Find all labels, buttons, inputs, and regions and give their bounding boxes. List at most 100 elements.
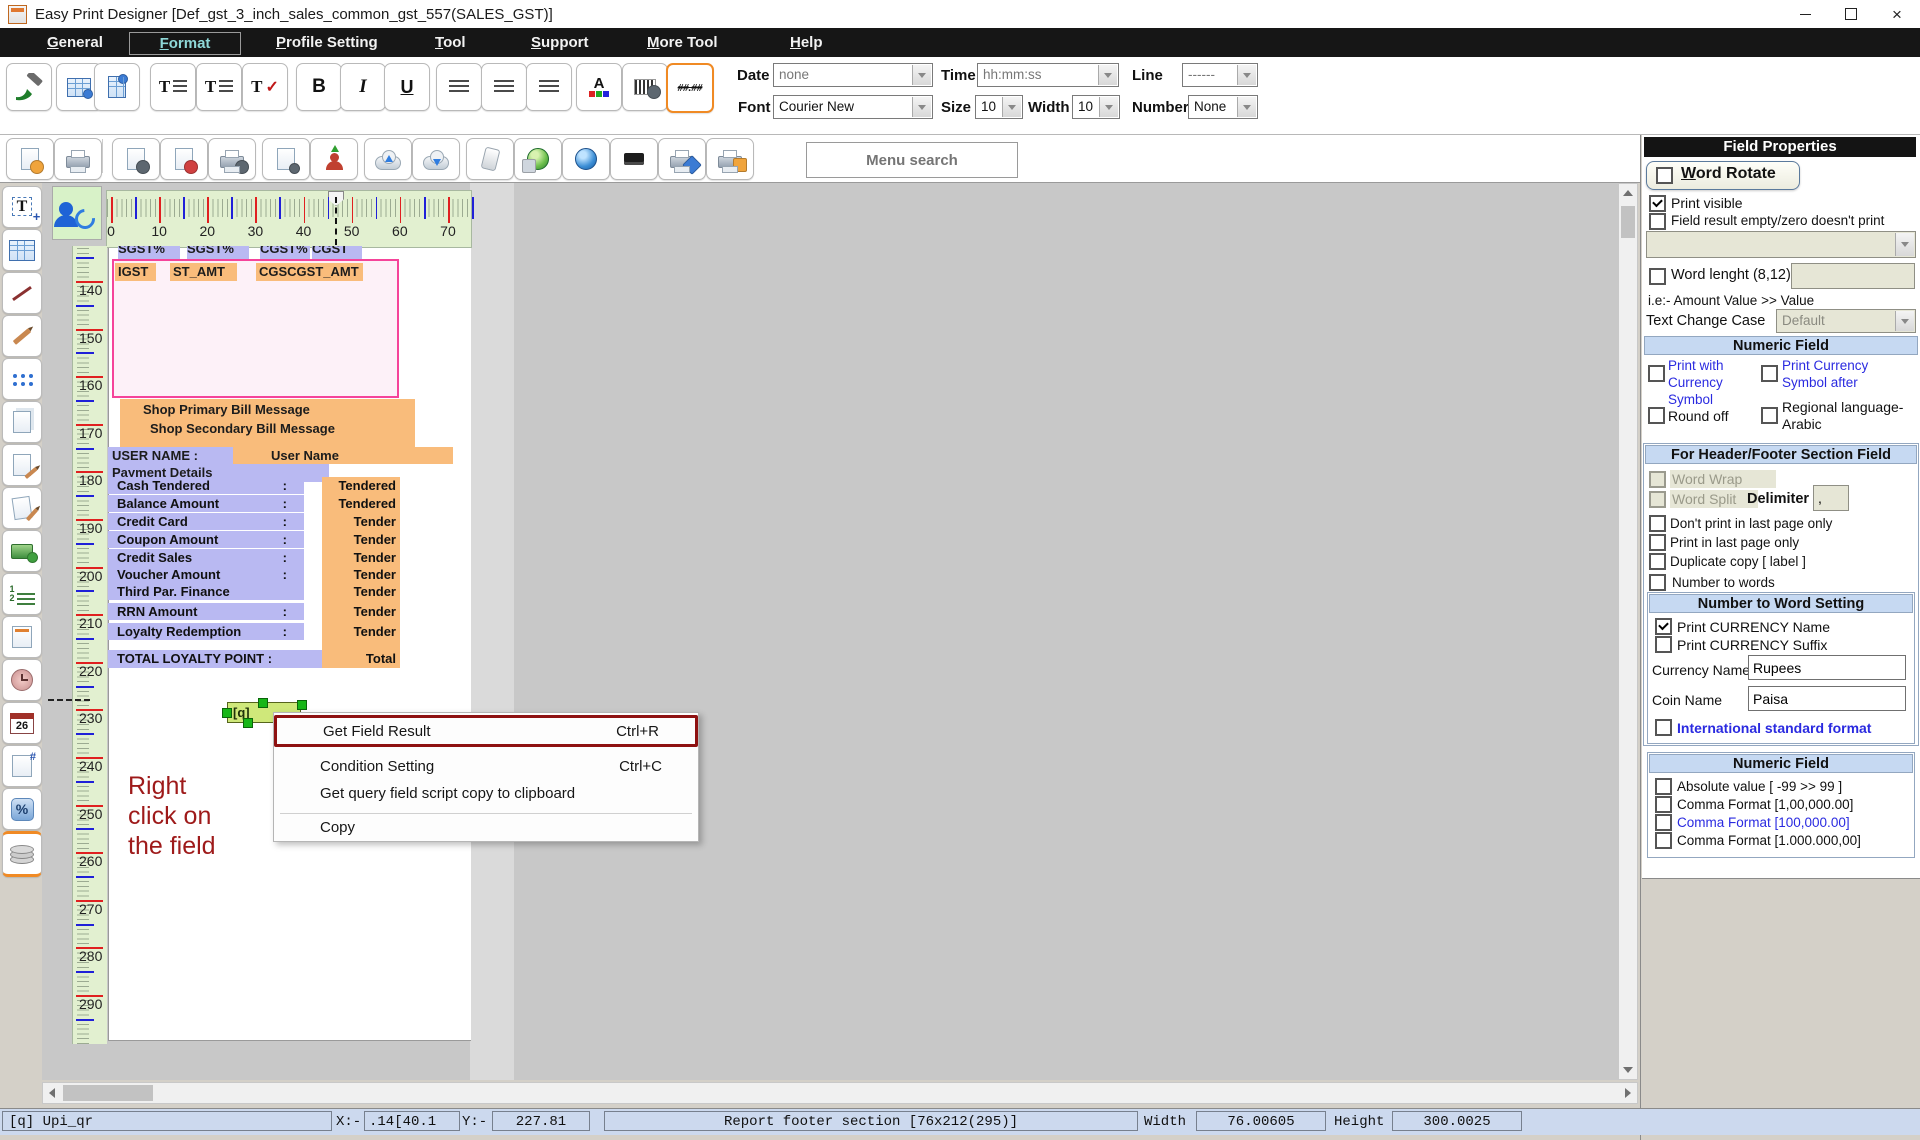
payment-row-label[interactable]: Third Par. Finance [108, 583, 304, 600]
layout-panel-button[interactable] [2, 229, 42, 271]
device-connector-button[interactable] [610, 138, 658, 180]
barcode-settings-button[interactable] [622, 63, 668, 111]
payment-row-value[interactable]: Tender [322, 583, 396, 600]
print-currency-after-checkbox[interactable] [1761, 365, 1778, 382]
menu-help[interactable]: Help [790, 32, 823, 53]
chevron-down-icon[interactable] [1099, 97, 1118, 117]
currency-name-input[interactable] [1748, 655, 1906, 680]
italic-button[interactable]: I [340, 63, 386, 111]
field-st-amt[interactable]: ST_AMT [170, 263, 237, 281]
scroll-down-button[interactable] [1619, 1061, 1637, 1079]
empty-dropdown[interactable] [1646, 231, 1916, 258]
percent-discount-button[interactable]: % [2, 788, 42, 830]
chevron-down-icon[interactable] [1002, 97, 1021, 117]
numbered-list-button[interactable]: 12 [2, 573, 42, 615]
menu-format[interactable]: Format [129, 32, 241, 55]
payment-row-label[interactable]: RRN Amount: [108, 603, 304, 620]
word-split-checkbox[interactable] [1649, 491, 1666, 508]
time-field-button[interactable] [2, 659, 42, 701]
field-cgst-pct[interactable]: CGST% [260, 246, 310, 259]
chevron-down-icon[interactable] [912, 65, 931, 85]
edit-pencil-button[interactable] [2, 315, 42, 357]
number-format-button[interactable]: ##.## [666, 63, 714, 113]
scrollbar-thumb[interactable] [1621, 206, 1635, 238]
refresh-user-button[interactable] [52, 186, 102, 240]
word-length-input[interactable] [1791, 263, 1915, 289]
total-loyalty-value[interactable]: Total [322, 650, 396, 668]
print-visible-checkbox[interactable] [1649, 195, 1666, 212]
print-currency-suffix-checkbox[interactable] [1655, 636, 1672, 653]
chevron-down-icon[interactable] [912, 97, 931, 117]
comma-format3-checkbox[interactable] [1655, 832, 1672, 849]
scroll-right-button[interactable] [1619, 1083, 1637, 1103]
minimize-button[interactable] [1782, 0, 1828, 28]
font-dropdown[interactable]: Courier New [773, 95, 933, 119]
page-settings-button[interactable] [262, 138, 310, 180]
printer-list-button[interactable] [706, 138, 754, 180]
print-last-checkbox[interactable] [1649, 534, 1666, 551]
payment-row-value[interactable]: Tender [322, 531, 396, 548]
table-column-button[interactable] [94, 63, 140, 111]
text-change-case-dropdown[interactable]: Default [1776, 309, 1916, 333]
payment-row-label[interactable]: Loyalty Redemption: [108, 623, 304, 640]
payment-row-value[interactable]: Tendered [322, 477, 396, 494]
web-print-button[interactable] [514, 138, 562, 180]
cloud-download-button[interactable] [412, 138, 460, 180]
text-justify-style-button[interactable]: T [196, 63, 242, 111]
search-input[interactable] [806, 142, 1018, 178]
invoice-report-button[interactable] [2, 616, 42, 658]
print-currency-name-checkbox[interactable] [1655, 618, 1672, 635]
underline-button[interactable]: U [384, 63, 430, 111]
coin-name-input[interactable] [1748, 686, 1906, 711]
menu-item-get-field-result[interactable]: Get Field Result Ctrl+R [274, 715, 698, 747]
user-name-label[interactable]: USER NAME : [108, 447, 237, 464]
intl-format-checkbox[interactable] [1655, 719, 1672, 736]
duplicate-copy-checkbox[interactable] [1649, 553, 1666, 570]
card-reader-button[interactable] [466, 138, 514, 180]
print-button[interactable] [54, 138, 102, 180]
number-to-words-checkbox[interactable] [1649, 574, 1666, 591]
print-preview-button[interactable] [6, 138, 54, 180]
comma-format2-checkbox[interactable] [1655, 814, 1672, 831]
maximize-button[interactable] [1828, 0, 1874, 28]
print-with-currency-checkbox[interactable] [1648, 365, 1665, 382]
chevron-down-icon[interactable] [1098, 65, 1117, 85]
draw-line-button[interactable] [2, 272, 42, 314]
word-wrap-checkbox[interactable] [1649, 471, 1666, 488]
payment-row-value[interactable]: Tender [322, 566, 396, 583]
align-right-button[interactable] [526, 63, 572, 111]
page-copy-button[interactable] [2, 401, 42, 443]
field-cgscgst-amt[interactable]: CGSCGST_AMT [256, 263, 363, 281]
user-name-field[interactable]: User Name [233, 447, 453, 464]
align-left-button[interactable] [436, 63, 482, 111]
word-rotate-button[interactable]: Word Rotate [1646, 161, 1800, 190]
payment-row-label[interactable]: Cash Tendered: [108, 477, 304, 494]
menu-item-copy[interactable]: Copy [274, 816, 698, 840]
payment-row-value[interactable]: Tender [322, 549, 396, 566]
printer-setup-button[interactable] [208, 138, 256, 180]
cloud-upload-button[interactable] [364, 138, 412, 180]
resize-handle-left[interactable] [222, 708, 232, 718]
font-color-button[interactable]: A [576, 63, 622, 111]
field-sgst1[interactable]: SGST% [118, 246, 180, 259]
resize-handle-top[interactable] [258, 698, 268, 708]
resize-handle-right[interactable] [297, 700, 307, 710]
absolute-value-checkbox[interactable] [1655, 778, 1672, 795]
menu-general[interactable]: General [47, 32, 103, 53]
payment-row-value[interactable]: Tender [322, 623, 396, 640]
resize-handle-bottom[interactable] [243, 718, 253, 728]
field-result-empty-checkbox[interactable] [1649, 213, 1666, 230]
payment-row-value[interactable]: Tender [322, 513, 396, 530]
vertical-scrollbar[interactable] [1618, 183, 1638, 1080]
time-dropdown[interactable]: hh:mm:ss [977, 63, 1119, 87]
field-cgst[interactable]: CGST [312, 246, 362, 259]
comma-format1-checkbox[interactable] [1655, 796, 1672, 813]
report-number-button[interactable]: # [2, 745, 42, 787]
horizontal-scrollbar[interactable] [42, 1082, 1638, 1104]
printer-gear-button[interactable] [658, 138, 706, 180]
chevron-down-icon[interactable] [1895, 311, 1914, 331]
word-rotate-checkbox[interactable] [1656, 167, 1673, 184]
dont-print-last-checkbox[interactable] [1649, 515, 1666, 532]
payment-row-label[interactable]: Balance Amount: [108, 495, 304, 512]
add-text-field-button[interactable]: T+ [2, 186, 42, 228]
